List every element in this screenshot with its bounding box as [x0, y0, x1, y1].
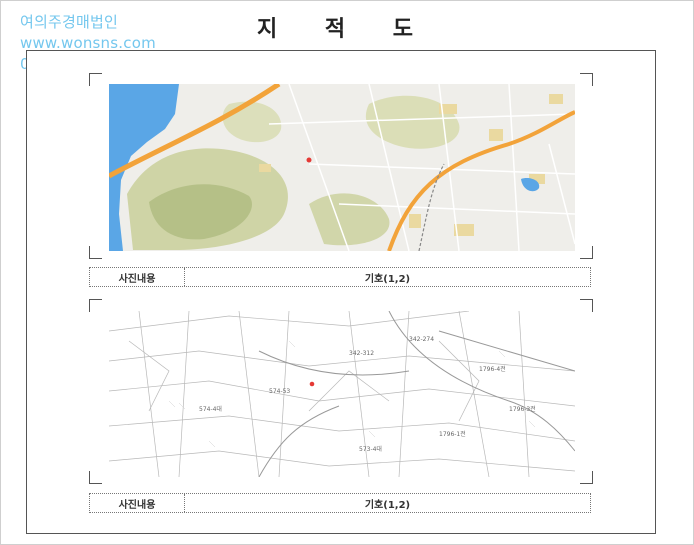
parcel-number: 573-4대	[359, 445, 382, 453]
parcel-number: 1796-4전	[479, 365, 506, 373]
crop-mark-bottom-left	[89, 471, 102, 484]
caption-value: 기호(1,2)	[364, 273, 411, 285]
crop-mark-top-left	[89, 73, 102, 86]
parcel-number: 1796-3전	[509, 405, 536, 413]
caption-bar-cadastral: 사진내용 기호(1,2)	[89, 493, 591, 513]
crop-mark-bottom-left	[89, 246, 102, 259]
aerial-map-image	[109, 84, 575, 251]
document-sheet: 사진내용 기호(1,2) 342-312 342-274 574-53 1796…	[26, 50, 656, 534]
caption-label: 사진내용	[90, 494, 185, 512]
crop-mark-top-right	[580, 299, 593, 312]
cadastral-map-image: 342-312 342-274 574-53 1796-4전 1796-3전 5…	[109, 311, 575, 477]
parcel-number: 574-53	[269, 388, 290, 395]
crop-mark-bottom-right	[580, 471, 593, 484]
location-marker	[309, 381, 315, 387]
parcel-number: 342-274	[409, 336, 434, 343]
parcel-number: 342-312	[349, 350, 374, 357]
caption-label: 사진내용	[90, 268, 185, 286]
parcel-number: 1796-1전	[439, 430, 466, 438]
caption-value: 기호(1,2)	[364, 499, 411, 511]
crop-mark-top-left	[89, 299, 102, 312]
caption-bar-aerial: 사진내용 기호(1,2)	[89, 267, 591, 287]
parcel-number: 574-4대	[199, 405, 222, 413]
page-title: 지 적 도	[256, 16, 434, 42]
crop-mark-top-right	[580, 73, 593, 86]
watermark-company: 여의주경매법인	[20, 13, 119, 31]
crop-mark-bottom-right	[580, 246, 593, 259]
